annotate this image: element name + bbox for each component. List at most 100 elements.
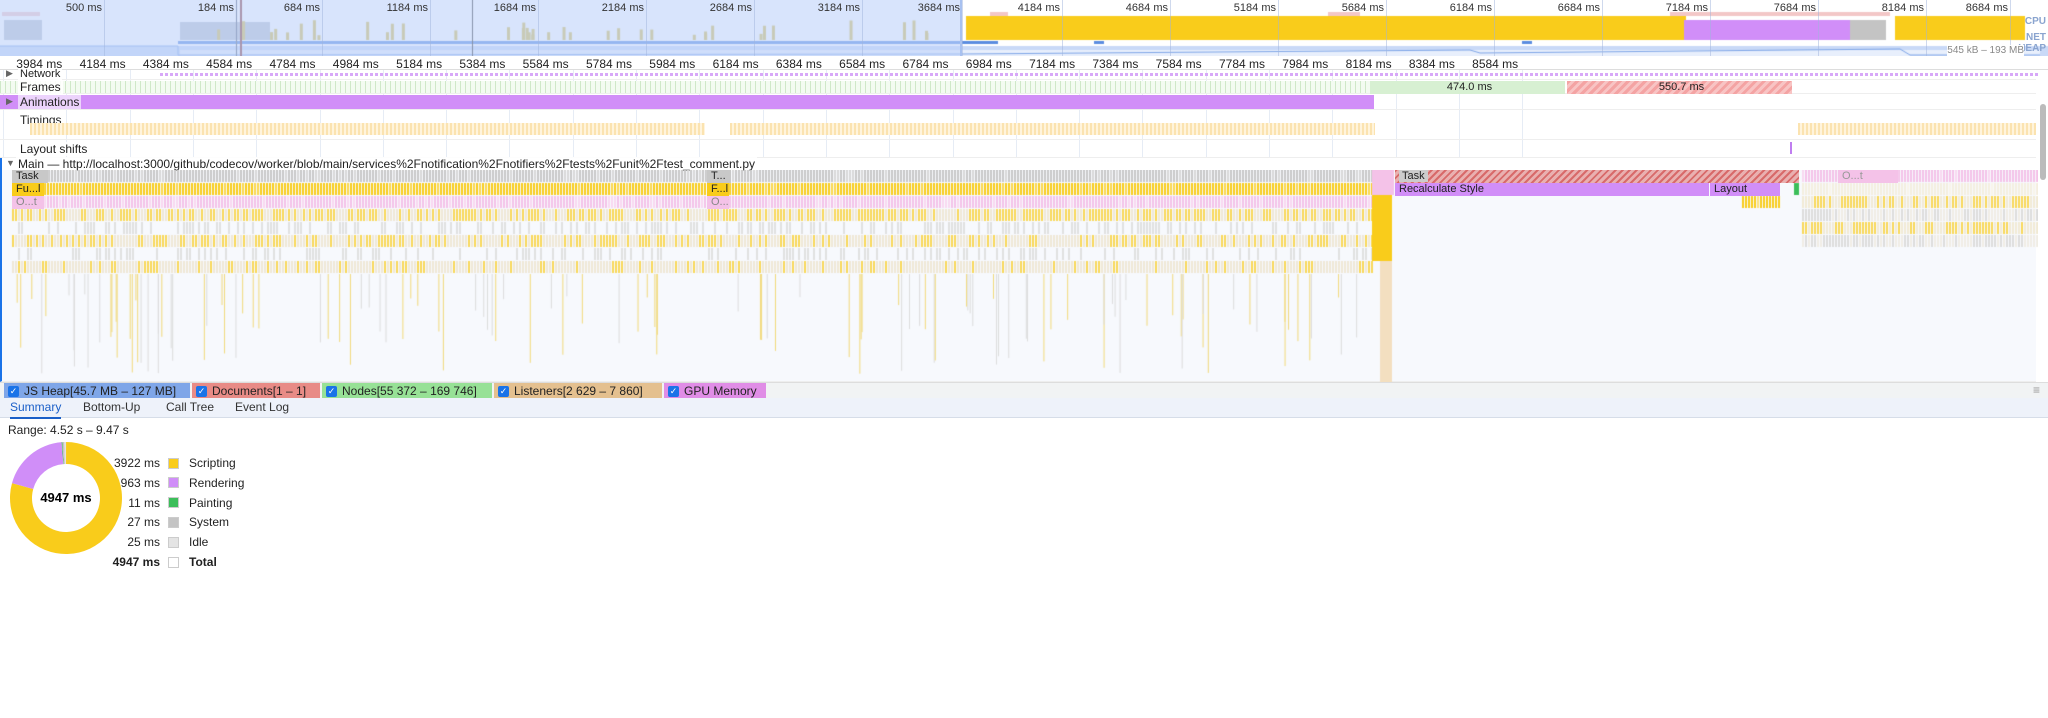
other-block[interactable]: O...t (707, 196, 729, 209)
timings-markers (30, 123, 705, 135)
counter-toggle[interactable]: ✓ Listeners[2 629 – 7 860] (494, 383, 662, 399)
task-label: Task (1399, 170, 1428, 182)
overview-tick: 6184 ms (1449, 2, 1492, 14)
layout-shift-marker[interactable] (1790, 142, 1792, 154)
details-tabs: Summary Bottom-Up Call Tree Event Log (0, 398, 2048, 419)
ruler-tick: 8184 ms (1345, 57, 1392, 71)
overview-gridline (1710, 0, 1711, 56)
tab-event-log[interactable]: Event Log (235, 400, 289, 414)
checkbox-checked-icon[interactable]: ✓ (196, 385, 207, 397)
drag-handle-icon[interactable]: ≡ (2033, 383, 2040, 397)
legend-swatch (168, 497, 179, 509)
task-block[interactable]: Task (12, 170, 48, 183)
ruler-tick: 5184 ms (396, 57, 443, 71)
layout-block[interactable]: Layout (1710, 183, 1780, 196)
tab-call-tree[interactable]: Call Tree (166, 400, 214, 414)
overview-tick: 2184 ms (601, 2, 644, 14)
overview-tick: 7684 ms (1773, 2, 1816, 14)
legend-value: 963 ms (120, 475, 160, 490)
counter-toggle[interactable]: ✓ Nodes[55 372 – 169 746] (322, 383, 492, 399)
overview-gridline (1386, 0, 1387, 56)
animations-track[interactable]: ▶ Animations (0, 94, 2036, 110)
overview-tick: 4684 ms (1125, 2, 1168, 14)
network-track[interactable]: ▶ Network (0, 68, 2040, 80)
counter-label: JS Heap[45.7 MB – 127 MB] (24, 384, 177, 398)
time-ruler: 3784 ms3984 ms4184 ms4384 ms4584 ms4784 … (0, 56, 2048, 71)
timings-track[interactable]: Timings (0, 110, 2036, 140)
dropped-frame-block[interactable]: 550.7 ms (1567, 81, 1792, 94)
overview-tick: 184 ms (197, 2, 234, 14)
timings-markers (730, 123, 1375, 135)
ruler-tick: 5584 ms (522, 57, 569, 71)
overview-gridline (322, 0, 323, 56)
checkbox-checked-icon[interactable]: ✓ (668, 385, 679, 397)
expand-triangle-icon[interactable]: ▶ (6, 68, 13, 79)
ruler-tick: 6384 ms (775, 57, 822, 71)
summary-legend-row: 3922 ms Scripting (58, 456, 236, 470)
overview-tick: 8184 ms (1881, 2, 1924, 14)
checkbox-checked-icon[interactable]: ✓ (498, 385, 509, 397)
legend-value: 27 ms (127, 515, 160, 530)
overview-tick: 684 ms (283, 2, 320, 14)
expand-triangle-icon[interactable]: ▶ (6, 96, 13, 107)
other-block[interactable]: O...t (12, 196, 44, 209)
summary-legend-row: 27 ms System (58, 515, 229, 529)
overview-gridline (104, 0, 105, 56)
counter-toggle[interactable]: ✓ JS Heap[45.7 MB – 127 MB] (4, 383, 190, 399)
collapse-triangle-icon[interactable]: ▼ (6, 158, 15, 168)
legend-label: Scripting (189, 456, 236, 470)
summary-legend-row: 4947 ms Total (58, 555, 217, 569)
flame-chart[interactable] (2, 170, 2038, 382)
animation-bar[interactable] (0, 95, 1374, 109)
overview-gridline (1926, 0, 1927, 56)
summary-legend-row: 11 ms Painting (58, 496, 232, 510)
network-requests (160, 73, 2040, 76)
tab-summary[interactable]: Summary (10, 400, 62, 419)
other-block[interactable]: O...t (1838, 170, 1898, 183)
checkbox-checked-icon[interactable]: ✓ (326, 385, 337, 397)
overview-tick: 5684 ms (1341, 2, 1384, 14)
layout-shifts-track[interactable]: Layout shifts (0, 140, 2036, 158)
function-call-block[interactable]: Fu...l (12, 183, 44, 196)
timeline-scrollbar[interactable] (2040, 104, 2046, 180)
frames-strip (0, 81, 1370, 93)
layout-shifts-track-label: Layout shifts (18, 142, 90, 156)
long-task-block[interactable]: Task (1395, 170, 1799, 183)
counter-label: Documents[1 – 1] (212, 384, 307, 398)
summary-range: Range: 4.52 s – 9.47 s (8, 423, 129, 437)
ruler-tick: 5384 ms (459, 57, 506, 71)
frames-track[interactable]: Frames 474.0 ms 550.7 ms (0, 80, 2036, 94)
counter-toggle[interactable]: ✓ Documents[1 – 1] (192, 383, 320, 399)
checkbox-checked-icon[interactable]: ✓ (8, 385, 19, 397)
overview-gridline (646, 0, 647, 56)
overview-gridline (1278, 0, 1279, 56)
animations-track-label: Animations (18, 95, 82, 109)
legend-swatch (168, 477, 179, 489)
overview-tick: 5184 ms (1233, 2, 1276, 14)
task-block[interactable]: T... (707, 170, 731, 183)
overview-tick: 7184 ms (1665, 2, 1708, 14)
overview-gridline (1602, 0, 1603, 56)
legend-value: 3922 ms (113, 456, 160, 470)
overview-tick: 4184 ms (1017, 2, 1060, 14)
timeline-overview[interactable]: 500 ms 184 ms 684 ms 1184 ms 1684 ms 2184 ms 2… (0, 0, 2048, 56)
ruler-tick: 4984 ms (332, 57, 379, 71)
frame-block[interactable]: 474.0 ms (1370, 81, 1565, 94)
network-track-label: Network (18, 68, 63, 80)
counter-toggle[interactable]: ✓ GPU Memory (664, 383, 766, 399)
main-thread-track[interactable]: ▼ Main — http://localhost:3000/github/co… (0, 157, 2038, 382)
ruler-tick: 4584 ms (206, 57, 253, 71)
ruler-tick: 6984 ms (965, 57, 1012, 71)
legend-swatch (168, 457, 179, 469)
ruler-tick: 4184 ms (79, 57, 126, 71)
ruler-tick: 7384 ms (1092, 57, 1139, 71)
legend-swatch (168, 516, 179, 528)
function-call-block[interactable]: F...l (707, 183, 729, 196)
tab-bottom-up[interactable]: Bottom-Up (83, 400, 140, 414)
heap-range: 545 kB – 193 MB (1947, 45, 2024, 56)
legend-label: Rendering (189, 475, 245, 490)
recalculate-style-block[interactable]: Recalculate Style (1395, 183, 1709, 196)
overview-tick: 6684 ms (1557, 2, 1600, 14)
ruler-tick: 7784 ms (1218, 57, 1265, 71)
overview-gridline (1062, 0, 1063, 56)
